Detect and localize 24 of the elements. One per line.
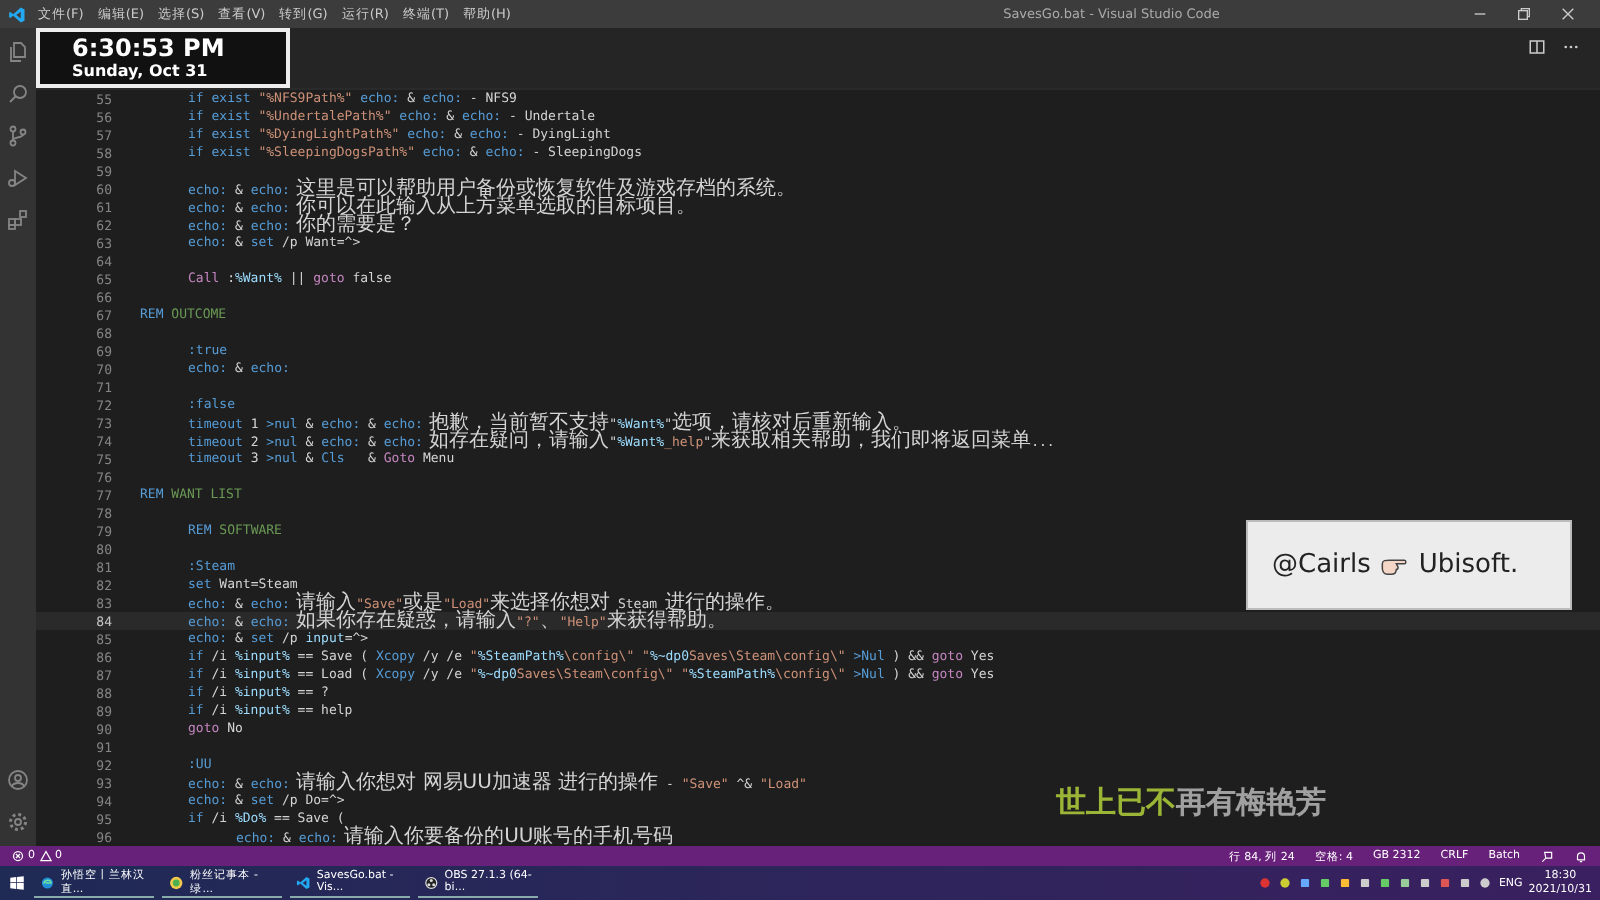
clock-time: 6:30:53 PM bbox=[72, 35, 227, 61]
settings-icon[interactable] bbox=[6, 810, 30, 834]
split-editor-icon[interactable] bbox=[1528, 38, 1546, 56]
close-icon[interactable] bbox=[1560, 6, 1576, 22]
play-bug-icon[interactable] bbox=[6, 166, 30, 190]
app-logo-icon bbox=[8, 5, 26, 23]
restore-icon[interactable] bbox=[1516, 6, 1532, 22]
card-target: Ubisoft. bbox=[1418, 550, 1519, 580]
windows-start-icon[interactable] bbox=[8, 874, 26, 892]
code-editor-logo-icon bbox=[296, 873, 311, 891]
browser-logo-icon bbox=[40, 873, 55, 891]
extensions-icon[interactable] bbox=[6, 208, 30, 232]
bell-icon[interactable] bbox=[1574, 849, 1588, 863]
account-icon[interactable] bbox=[6, 768, 30, 792]
recorder-logo-icon bbox=[424, 873, 439, 891]
lyric-subtitle: 世上已不再有梅艳芳 bbox=[1056, 784, 1326, 822]
round-app-icon bbox=[168, 873, 185, 891]
clock-date: Sunday, Oct 31 bbox=[72, 61, 210, 81]
branch-icon[interactable] bbox=[6, 124, 30, 148]
warning-icon[interactable] bbox=[39, 850, 51, 862]
files-icon[interactable] bbox=[6, 40, 30, 64]
error-icon[interactable] bbox=[12, 850, 24, 862]
card-handle: @Cairls bbox=[1272, 550, 1371, 580]
search-icon[interactable] bbox=[6, 82, 30, 106]
